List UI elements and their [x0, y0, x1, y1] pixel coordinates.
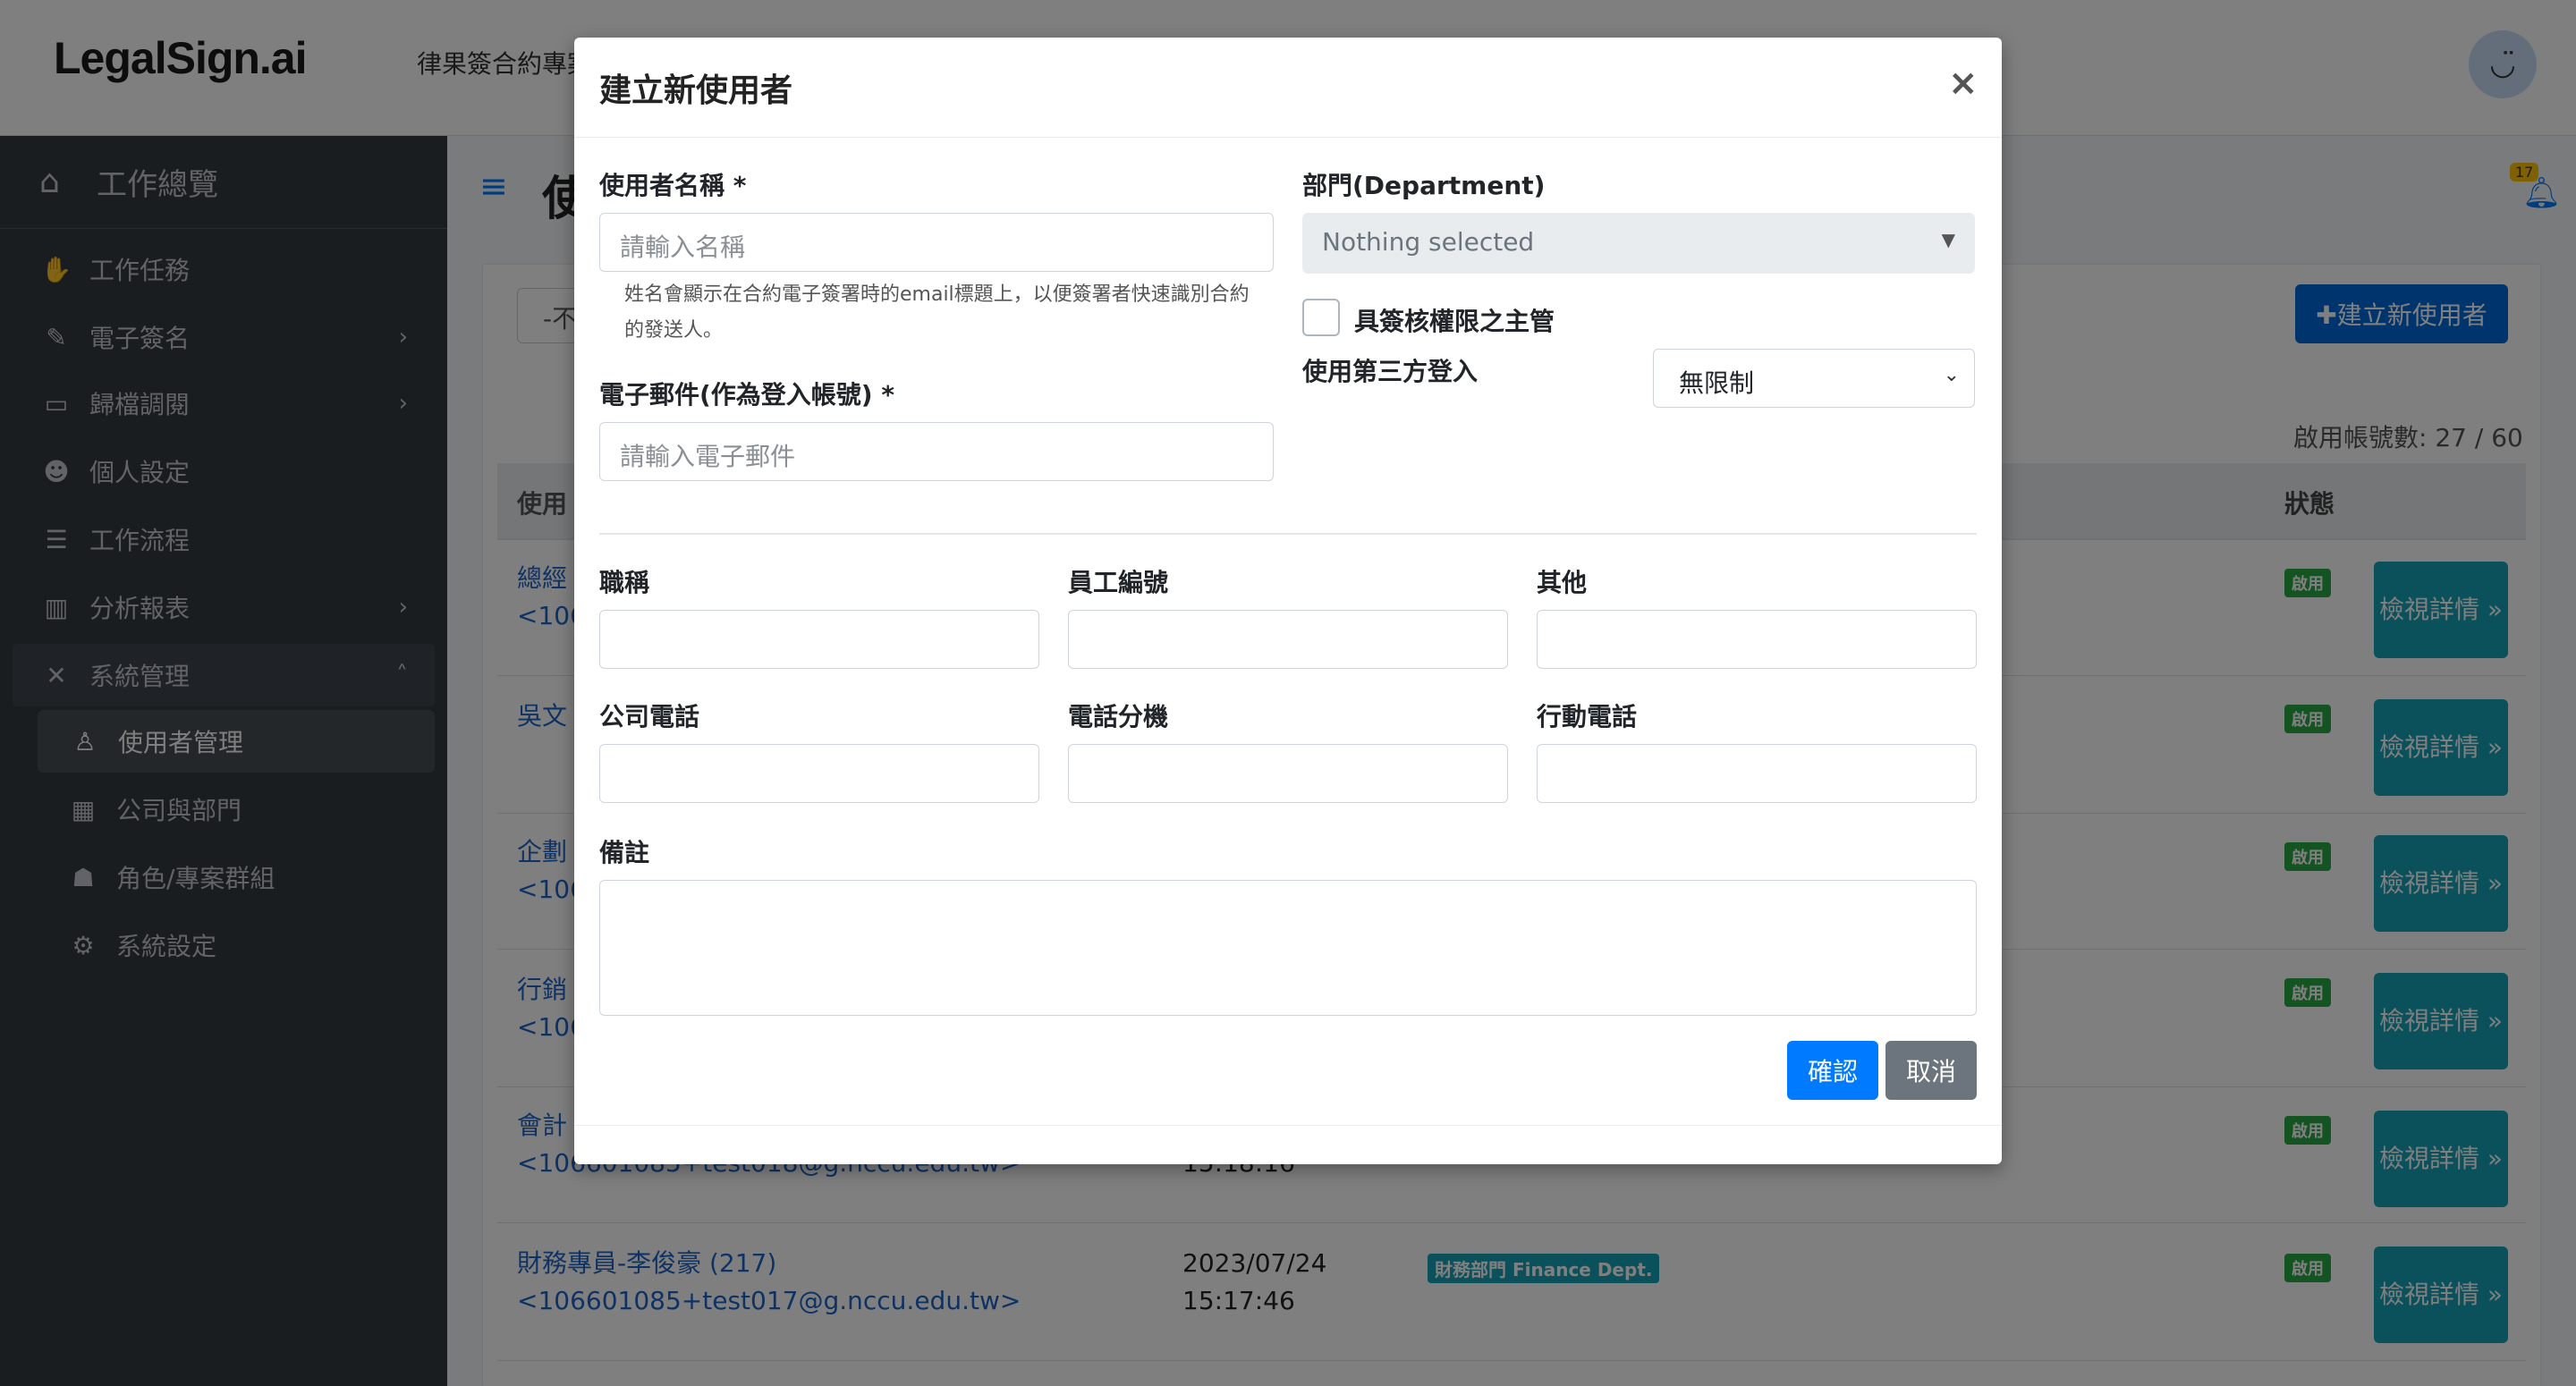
- email-input[interactable]: 請輸入電子郵件: [599, 422, 1274, 481]
- department-label: 部門(Department): [1302, 171, 1546, 200]
- name-input[interactable]: 請輸入名稱: [599, 213, 1274, 272]
- sso-label: 使用第三方登入: [1302, 357, 1479, 386]
- other-label: 其他: [1537, 568, 1588, 597]
- cancel-button[interactable]: 取消: [1885, 1041, 1977, 1100]
- job-title-input[interactable]: [599, 610, 1039, 669]
- department-select[interactable]: Nothing selected ▼: [1302, 213, 1975, 274]
- modal-footer-divider: [574, 1125, 2002, 1126]
- modal-header: 建立新使用者 ×: [574, 38, 2002, 138]
- company-phone-input[interactable]: [599, 744, 1039, 803]
- mobile-label: 行動電話: [1537, 702, 1638, 731]
- employee-id-input[interactable]: [1068, 610, 1508, 669]
- notes-label: 備註: [599, 838, 650, 867]
- supervisor-label[interactable]: 具簽核權限之主管: [1354, 302, 1555, 338]
- email-label: 電子郵件(作為登入帳號) *: [599, 380, 894, 410]
- company-phone-label: 公司電話: [599, 702, 700, 731]
- other-input[interactable]: [1537, 610, 1977, 669]
- job-title-label: 職稱: [599, 568, 650, 597]
- section-divider: [599, 533, 1977, 535]
- confirm-button[interactable]: 確認: [1787, 1041, 1878, 1100]
- sso-select[interactable]: 無限制 ⌄: [1653, 349, 1975, 408]
- supervisor-checkbox[interactable]: [1302, 299, 1340, 336]
- name-label: 使用者名稱 *: [599, 171, 747, 200]
- employee-id-label: 員工編號: [1068, 568, 1169, 597]
- chevron-down-icon: ⌄: [1943, 364, 1960, 386]
- mobile-input[interactable]: [1537, 744, 1977, 803]
- caret-down-icon: ▼: [1941, 229, 1955, 250]
- department-select-value: Nothing selected: [1322, 227, 1535, 257]
- close-icon[interactable]: ×: [1948, 63, 1979, 104]
- name-help-text: 姓名會顯示在合約電子簽署時的email標題上，以便簽署者快速識別合約的發送人。: [624, 283, 1250, 342]
- sso-select-value: 無限制: [1679, 368, 1755, 398]
- extension-input[interactable]: [1068, 744, 1508, 803]
- modal-title: 建立新使用者: [599, 72, 793, 109]
- extension-label: 電話分機: [1068, 702, 1169, 731]
- notes-textarea[interactable]: [599, 880, 1977, 1016]
